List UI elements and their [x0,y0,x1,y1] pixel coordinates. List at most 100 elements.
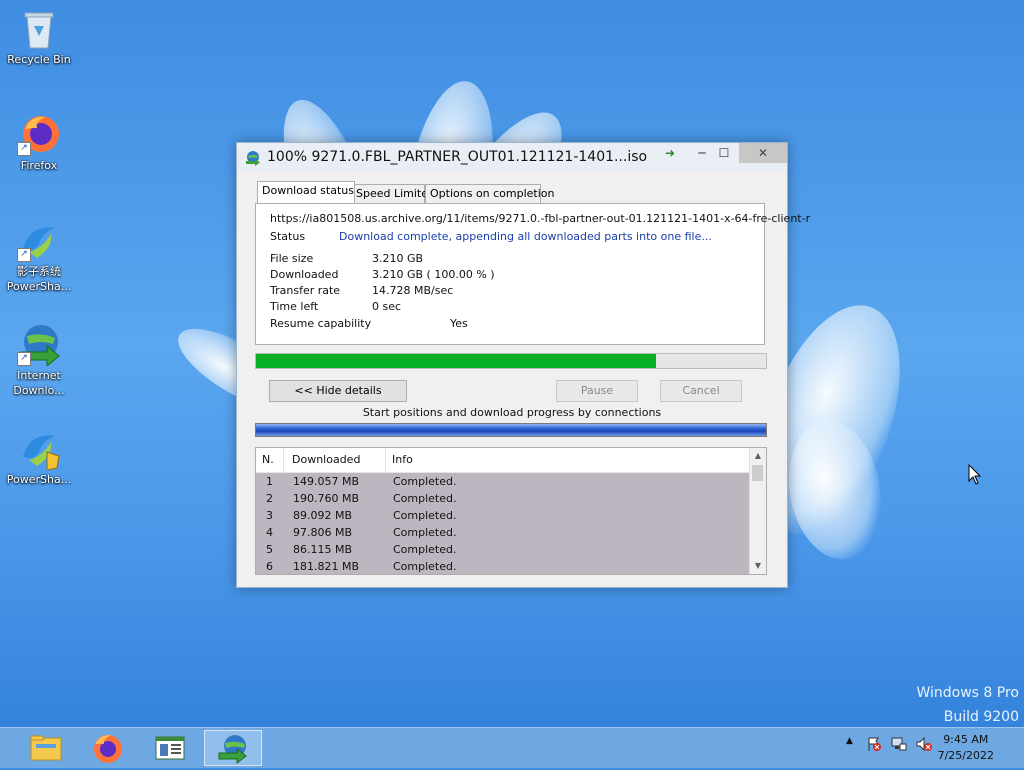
taskbar-internet-download-manager[interactable] [204,730,262,766]
cancel-button[interactable]: Cancel [660,380,742,402]
powershadow-icon [17,426,61,471]
desktop-icon-label: Firefox [20,159,58,172]
shortcut-arrow-icon: ↗ [17,248,31,262]
connections-progress-bar [255,423,767,437]
taskbar-file-explorer[interactable] [18,730,74,766]
windows-build-watermark: Build 9200 [943,709,1019,725]
table-row[interactable]: 3 89.092 MB Completed. [256,507,750,524]
download-url: https://ia801508.us.archive.org/11/items… [270,212,811,225]
maximize-button[interactable]: ☐ [709,143,739,163]
cell-n: 6 [266,560,273,573]
resume-capability-row: Resume capability Yes [270,317,468,330]
windows-edition-watermark: Windows 8 Pro [916,685,1019,701]
task-manager-icon [155,736,185,760]
window-content: Download status Speed Limiter Options on… [237,171,810,587]
tab-options-on-completion[interactable]: Options on completion [425,184,555,203]
time-left-label: Time left [270,300,319,313]
window-titlebar[interactable]: 100% 9271.0.FBL_PARTNER_OUT01.121121-140… [237,143,787,171]
desktop-icon-label: Internet Downlo... [13,369,65,397]
scroll-thumb[interactable] [752,465,763,481]
idm-icon [218,735,247,765]
firefox-icon [94,735,122,763]
cell-info: Completed. [393,560,457,573]
table-header: N. Downloaded Info [256,448,750,473]
status-value: Download complete, appending all downloa… [339,230,712,243]
desktop-icon-idm[interactable]: ↗ Internet Downlo... [1,322,77,398]
shortcut-arrow-icon: ↗ [17,352,31,366]
firefox-icon: ↗ [17,112,61,156]
column-header-downloaded[interactable]: Downloaded [286,448,386,472]
scroll-down-icon[interactable]: ▼ [750,558,766,574]
volume-muted-icon[interactable] [916,736,932,755]
shortcut-arrow-icon: ↗ [17,142,31,156]
resume-capability-label: Resume capability [270,317,372,330]
system-clock[interactable]: 9:45 AM 7/25/2022 [938,732,994,764]
cell-downloaded: 86.115 MB [293,543,353,556]
table-row[interactable]: 6 181.821 MB Completed. [256,558,750,574]
table-scrollbar[interactable]: ▲ ▼ [749,448,766,574]
cell-downloaded: 190.760 MB [293,492,360,505]
table-row[interactable]: 4 97.806 MB Completed. [256,524,750,541]
cell-info: Completed. [393,509,457,522]
cell-n: 3 [266,509,273,522]
taskbar-task-manager[interactable] [142,730,198,766]
taskbar: ▲ 9:45 AM 7/25/2022 [0,727,1024,768]
taskbar-firefox[interactable] [80,730,136,766]
download-progress-window[interactable]: 100% 9271.0.FBL_PARTNER_OUT01.121121-140… [236,142,810,588]
desktop-icon-firefox[interactable]: ↗ Firefox [1,112,77,173]
downloaded-value: 3.210 GB ( 100.00 % ) [372,268,495,281]
hide-details-button[interactable]: << Hide details [269,380,407,402]
show-hidden-icons-icon[interactable]: ▲ [846,736,853,746]
cell-n: 5 [266,543,273,556]
transfer-rate-value: 14.728 MB/sec [372,284,454,297]
column-header-n[interactable]: N. [256,448,284,472]
clock-time: 9:45 AM [943,733,989,746]
cell-downloaded: 89.092 MB [293,509,353,522]
network-icon[interactable] [891,736,907,755]
pause-button[interactable]: Pause [556,380,638,402]
cell-info: Completed. [393,543,457,556]
connections-label: Start positions and download progress by… [362,406,662,419]
desktop-icon-powershadow-cn[interactable]: ↗ 影子系统 PowerSha... [1,218,77,294]
cell-downloaded: 149.057 MB [293,475,360,488]
file-explorer-icon [30,735,62,761]
cell-info: Completed. [393,526,457,539]
idm-icon [245,150,261,166]
time-left-value: 0 sec [372,300,402,313]
close-button[interactable]: ✕ [739,143,787,163]
transfer-rate-label: Transfer rate [270,284,341,297]
downloaded-row: Downloaded 3.210 GB ( 100.00 % ) [270,268,495,281]
tab-download-status[interactable]: Download status [257,181,355,203]
cell-downloaded: 97.806 MB [293,526,353,539]
tab-speed-limiter[interactable]: Speed Limiter [351,184,433,203]
desktop-icon-recycle-bin[interactable]: Recycle Bin [1,6,77,67]
cell-info: Completed. [393,492,457,505]
powershadow-icon: ↗ [17,218,61,262]
status-row: Status Download complete, appending all … [270,230,712,243]
download-progress-fill [256,354,657,368]
file-size-label: File size [270,252,314,265]
desktop-icon-label: 影子系统 PowerSha... [6,265,72,293]
cell-n: 4 [266,526,273,539]
clock-date: 7/25/2022 [937,749,994,762]
download-progress-bar [255,353,767,369]
recycle-bin-icon [17,6,61,50]
downloaded-label: Downloaded [270,268,339,281]
minimize-to-tray-icon[interactable]: ➜ [655,143,685,163]
resume-capability-value: Yes [450,317,468,330]
mouse-cursor-icon [968,463,982,489]
cell-downloaded: 181.821 MB [293,560,360,573]
desktop-icon-label: PowerSha... [6,473,72,486]
table-body: 1 149.057 MB Completed. 2 190.760 MB Complete… [256,473,750,574]
desktop-icon-powershadow[interactable]: PowerSha... [1,426,77,487]
scroll-up-icon[interactable]: ▲ [750,448,766,464]
action-center-flag-icon[interactable] [866,736,882,755]
connections-table[interactable]: N. Downloaded Info 1 149.057 MB Completed.… [255,447,767,575]
idm-icon: ↗ [17,322,61,368]
table-row[interactable]: 5 86.115 MB Completed. [256,541,750,558]
column-header-info[interactable]: Info [386,448,750,472]
file-size-value: 3.210 GB [372,252,424,265]
table-row[interactable]: 2 190.760 MB Completed. [256,490,750,507]
table-row[interactable]: 1 149.057 MB Completed. [256,473,750,490]
cell-info: Completed. [393,475,457,488]
